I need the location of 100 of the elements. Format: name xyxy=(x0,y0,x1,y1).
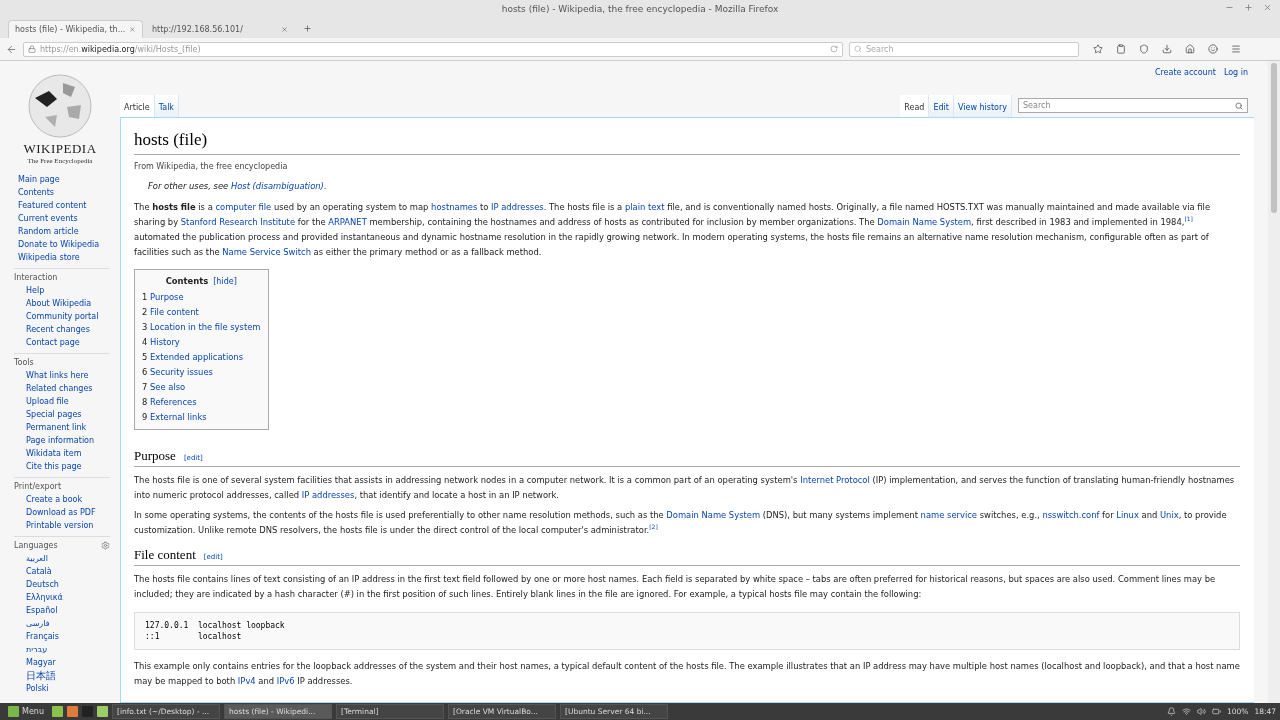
language-link[interactable]: Français xyxy=(26,630,110,643)
close-icon[interactable] xyxy=(129,26,136,33)
sidebar-link[interactable]: Contact page xyxy=(26,336,110,349)
toc-toggle-link[interactable]: [hide] xyxy=(213,277,237,286)
link[interactable]: ARPANET xyxy=(328,217,367,227)
star-icon[interactable] xyxy=(1093,44,1103,54)
maximize-icon[interactable] xyxy=(1244,3,1253,12)
menu-icon[interactable] xyxy=(1231,44,1241,54)
sidebar-link[interactable]: Related changes xyxy=(26,382,110,395)
toc-item[interactable]: 2 File content xyxy=(142,305,261,320)
reload-icon[interactable] xyxy=(830,45,838,53)
toc-item[interactable]: 5 Extended applications xyxy=(142,350,261,365)
portal-heading: Languages xyxy=(14,540,58,552)
link[interactable]: plain text xyxy=(624,202,665,212)
link[interactable]: Domain Name System xyxy=(666,510,761,520)
link[interactable]: IPv6 xyxy=(276,676,295,686)
wifi-icon[interactable] xyxy=(1181,707,1191,716)
link[interactable]: computer file xyxy=(215,202,272,212)
language-link[interactable]: Ελληνικά xyxy=(26,591,110,604)
globe-logo-icon xyxy=(27,73,93,139)
link[interactable]: Unix xyxy=(1159,510,1179,520)
sidebar-link[interactable]: Random article xyxy=(18,225,120,238)
language-link[interactable]: Español xyxy=(26,604,110,617)
link[interactable]: IPv4 xyxy=(237,676,256,686)
sidebar-link[interactable]: Download as PDF xyxy=(26,506,110,519)
back-icon[interactable] xyxy=(6,43,17,55)
app-icon[interactable] xyxy=(96,706,108,717)
scrollbar[interactable] xyxy=(1268,61,1280,703)
sidebar-link[interactable]: Recent changes xyxy=(26,323,110,336)
settings-icon[interactable] xyxy=(101,541,110,550)
sidebar-link[interactable]: Upload file xyxy=(26,395,110,408)
sidebar-link[interactable]: Page information xyxy=(26,434,110,447)
page-tab[interactable]: Edit xyxy=(929,95,954,117)
language-link[interactable]: Català xyxy=(26,565,110,578)
portal-heading: Print/export xyxy=(14,481,61,493)
code-block: 127.0.0.1 localhost loopback ::1 localhost xyxy=(134,612,1240,650)
browser-tab[interactable]: http://192.168.56.101/ xyxy=(145,20,295,38)
link[interactable]: Stanford Research Institute xyxy=(180,217,296,227)
app-icon[interactable] xyxy=(66,706,78,717)
menu-button[interactable]: Menu xyxy=(4,704,48,719)
language-link[interactable]: 日本語 xyxy=(26,669,110,682)
language-link[interactable]: Polski xyxy=(26,682,110,695)
search-field[interactable]: Search xyxy=(1018,98,1248,113)
toc-item[interactable]: 6 Security issues xyxy=(142,365,261,380)
toc-item[interactable]: 1 Purpose xyxy=(142,290,261,305)
link[interactable]: IP addresses xyxy=(491,202,544,212)
sidebar-link[interactable]: Printable version xyxy=(26,519,110,532)
sidebar-link[interactable]: Cite this page xyxy=(26,460,110,473)
language-link[interactable]: עברית xyxy=(26,643,110,656)
sidebar-link[interactable]: Current events xyxy=(18,212,120,225)
page-tab[interactable]: Talk xyxy=(154,95,179,117)
toc-item[interactable]: 7 See also xyxy=(142,380,261,395)
close-icon[interactable] xyxy=(281,26,288,33)
toc-item[interactable]: 3 Location in the file system xyxy=(142,320,261,335)
language-link[interactable]: Deutsch xyxy=(26,578,110,591)
app-icon[interactable] xyxy=(51,706,63,717)
language-link[interactable]: Magyar xyxy=(26,656,110,669)
sidebar-link[interactable]: Community portal xyxy=(26,310,110,323)
sidebar-link[interactable]: Create a book xyxy=(26,493,110,506)
link[interactable]: Host (disambiguation) xyxy=(230,181,324,191)
link[interactable]: nsswitch.conf xyxy=(1042,510,1100,520)
account-link[interactable]: Log in xyxy=(1223,67,1248,77)
page-tab[interactable]: Read xyxy=(900,95,930,117)
language-link[interactable]: العربية xyxy=(26,552,110,565)
link[interactable]: name service xyxy=(920,510,978,520)
search-icon[interactable] xyxy=(1235,101,1243,110)
sidebar-link[interactable]: Featured content xyxy=(18,199,120,212)
smiley-icon[interactable] xyxy=(1208,44,1218,54)
volume-icon[interactable] xyxy=(1196,707,1206,716)
battery-icon[interactable] xyxy=(1211,707,1221,716)
browser-tab[interactable]: hosts (file) - Wikipedia, th... xyxy=(8,20,143,38)
bell-icon[interactable] xyxy=(1166,707,1176,716)
sidebar-link[interactable]: Wikidata item xyxy=(26,447,110,460)
home-icon[interactable] xyxy=(1185,44,1195,54)
link[interactable]: Linux xyxy=(1116,510,1139,520)
page-tab[interactable]: View history xyxy=(953,95,1012,117)
toc-item[interactable]: 8 References xyxy=(142,395,261,410)
language-link[interactable]: فارسی xyxy=(26,617,110,630)
link[interactable]: Internet Protocol xyxy=(800,475,870,485)
sidebar-link[interactable]: Main page xyxy=(18,173,120,186)
link[interactable]: hostnames xyxy=(431,202,478,212)
close-icon[interactable] xyxy=(1263,3,1272,12)
link[interactable]: Name Service Switch xyxy=(222,247,311,257)
download-icon[interactable] xyxy=(1162,44,1172,54)
sidebar-link[interactable]: What links here xyxy=(26,369,110,382)
sidebar-link[interactable]: Donate to Wikipedia xyxy=(18,238,120,251)
sidebar-link[interactable]: Contents xyxy=(18,186,120,199)
page-tab[interactable]: Article xyxy=(120,95,155,117)
sidebar-link[interactable]: Wikipedia store xyxy=(18,251,120,264)
new-tab-icon[interactable] xyxy=(303,24,312,33)
url-field[interactable]: https://en.wikipedia.org/wiki/Hosts_(file) xyxy=(23,41,843,57)
toc-item[interactable]: 4 History xyxy=(142,335,261,350)
sidebar-link[interactable]: Permanent link xyxy=(26,421,110,434)
clipboard-icon[interactable] xyxy=(1116,44,1126,54)
shield-icon[interactable] xyxy=(1139,44,1149,54)
sidebar-link[interactable]: Help xyxy=(26,284,110,297)
sidebar-link[interactable]: About Wikipedia xyxy=(26,297,110,310)
sidebar-link[interactable]: Special pages xyxy=(26,408,110,421)
toc-item[interactable]: 9 External links xyxy=(142,410,261,425)
account-link[interactable]: Create account xyxy=(1154,67,1216,77)
